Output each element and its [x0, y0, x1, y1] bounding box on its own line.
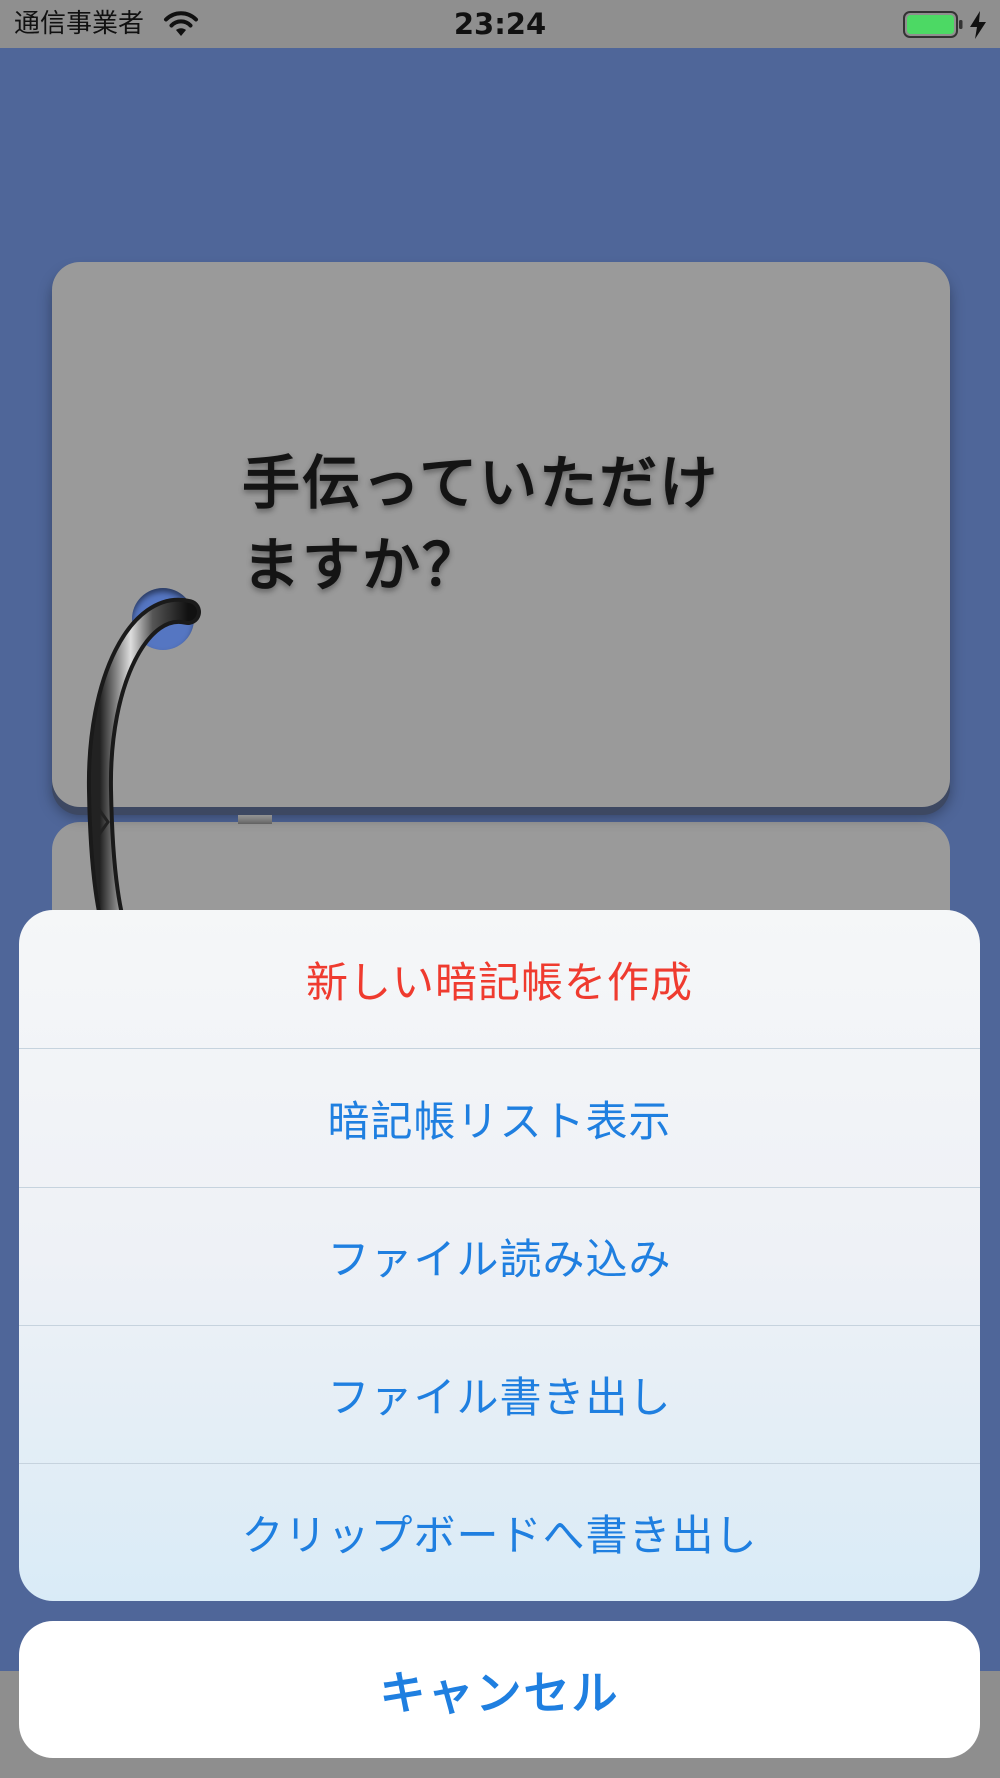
export-clipboard-button[interactable]: クリップボードへ書き出し	[19, 1463, 980, 1601]
export-file-button[interactable]: ファイル書き出し	[19, 1325, 980, 1463]
import-file-button[interactable]: ファイル読み込み	[19, 1187, 980, 1325]
cancel-button[interactable]: キャンセル	[19, 1621, 980, 1758]
show-deck-list-button[interactable]: 暗記帳リスト表示	[19, 1049, 980, 1187]
action-sheet: 新しい暗記帳を作成 暗記帳リスト表示 ファイル読み込み ファイル書き出し クリッ…	[19, 910, 980, 1601]
create-new-deck-button[interactable]: 新しい暗記帳を作成	[19, 910, 980, 1048]
